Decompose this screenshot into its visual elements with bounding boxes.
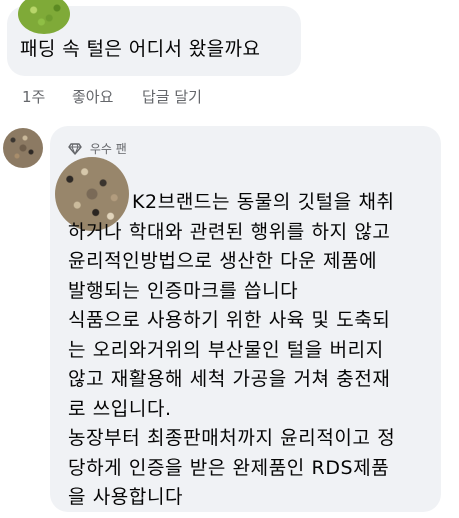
top-fan-badge[interactable]: 우수 팬 <box>68 140 127 157</box>
diamond-icon <box>68 142 82 155</box>
reply-line: 는 오리와거위의 부산물인 털을 버리지 <box>68 338 384 361</box>
comment-thread: 패딩 속 털은 어디서 왔을까요 1주 좋아요 답글 달기 우수 팬 K2브랜드… <box>0 0 459 518</box>
like-button[interactable]: 좋아요 <box>72 86 113 107</box>
comment-text: 패딩 속 털은 어디서 왔을까요 <box>20 38 261 60</box>
reply-line: 윤리적인방법으로 생산한 다운 제품에 <box>68 250 378 272</box>
comment-timestamp[interactable]: 1주 <box>22 86 45 107</box>
reply-line: 하거나 학대와 관련된 행위를 하지 않고 <box>68 220 391 243</box>
reply-line: 식품으로 사용하기 위한 사육 및 도축되 <box>68 309 391 331</box>
reply-line: K2브랜드는 동물의 깃털을 채취 <box>132 191 395 213</box>
badge-label: 우수 팬 <box>89 142 127 156</box>
reply-line: 을 사용합니다 <box>68 486 184 508</box>
reply-text: K2브랜드는 동물의 깃털을 채취 하거나 학대와 관련된 행위를 하지 않고 … <box>68 188 440 513</box>
replier-avatar[interactable] <box>3 128 43 168</box>
reply-button[interactable]: 답글 달기 <box>142 86 202 107</box>
reply-line: 로 쓰입니다. <box>68 397 172 420</box>
reply-line: 당하게 인증을 받은 완제품인 RDS제품 <box>68 456 390 479</box>
reply-line: 않고 재활용해 세척 가공을 거쳐 충전재 <box>68 368 391 390</box>
reply-line: 발행되는 인증마크를 씁니다 <box>68 279 299 302</box>
reply-line: 농장부터 최종판매처까지 윤리적이고 정 <box>68 427 396 449</box>
